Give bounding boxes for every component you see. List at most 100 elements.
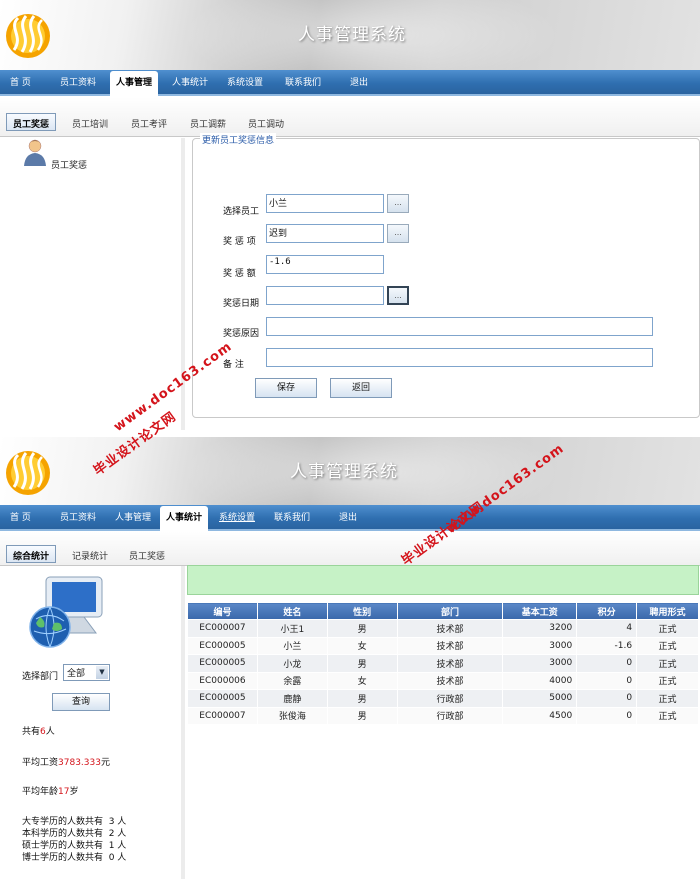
cell-gender: 女 [326,671,398,690]
cell-points: 0 [576,689,638,708]
nav-hr-management[interactable]: 人事管理 [115,510,151,523]
chevron-down-icon: ▼ [96,666,108,679]
tab-rewards[interactable]: 员工奖惩 [6,113,57,131]
tab-salary-adjust[interactable]: 员工调薪 [190,117,226,130]
remark-field[interactable] [266,348,653,367]
nav-system-settings[interactable]: 系统设置 [227,75,263,88]
cell-id: EC000007 [187,619,258,638]
table-row: EC000007 张俊海 男 行政部 4500 0 正式 [187,706,699,725]
cell-gender: 男 [326,654,398,673]
tab-record-stats[interactable]: 记录统计 [72,549,108,562]
header-gender: 性别 [326,602,398,620]
cell-points: 0 [576,706,638,725]
employee-label: 选择员工 [223,207,260,217]
nav-contact[interactable]: 联系我们 [274,510,310,523]
average-age: 平均年龄17岁 [22,787,79,797]
amount-field[interactable]: -1.6 [266,255,384,274]
cell-salary: 4500 [502,706,578,725]
cell-department: 技术部 [396,671,504,690]
reason-label: 奖惩原因 [223,329,260,339]
panel-employee-rewards: 人事管理系统 首 页 员工资料 人事管理 人事统计 系统设置 联系我们 退出 员… [0,0,700,430]
tab-rewards[interactable]: 员工奖惩 [129,549,165,562]
table-row: EC000006 余露 女 技术部 4000 0 正式 [187,671,699,690]
cell-id: EC000005 [187,654,258,673]
cell-id: EC000006 [187,671,258,690]
save-button[interactable]: 保存 [255,378,317,398]
update-form [192,138,700,418]
cell-id: EC000005 [187,636,258,655]
computer-icon [29,576,103,648]
header-employment-type: 聘用形式 [636,602,699,620]
nav-logout[interactable]: 退出 [339,510,357,523]
average-salary: 平均工资3783.333元 [22,758,110,768]
form-legend: 更新员工奖惩信息 [200,133,277,146]
cell-employment-type: 正式 [636,619,699,638]
cell-department: 行政部 [396,706,504,725]
cell-employment-type: 正式 [636,654,699,673]
header-name: 姓名 [256,602,328,620]
item-label: 奖 惩 项 [223,237,256,247]
nav-system-settings[interactable]: 系统设置 [219,510,255,523]
cell-points: 0 [576,671,638,690]
remark-label: 备 注 [223,360,244,370]
nav-logout[interactable]: 退出 [350,75,368,88]
cell-salary: 5000 [502,689,578,708]
cell-department: 技术部 [396,654,504,673]
education-doctor: 博士学历的人数共有 0 人 [22,853,127,863]
nav-home[interactable]: 首 页 [10,75,31,88]
nav-employee-info[interactable]: 员工资料 [60,75,96,88]
header-base-salary: 基本工资 [502,602,578,620]
user-icon [24,139,46,166]
tab-transfer[interactable]: 员工调动 [248,117,284,130]
app-title: 人事管理系统 [290,462,398,482]
cell-points: 0 [576,654,638,673]
stats-sidebar: 选择部门 全部 ▼ 查询 共有6人 平均工资3783.333元 平均年龄17岁 … [0,566,185,879]
cell-employment-type: 正式 [636,689,699,708]
cell-gender: 男 [326,619,398,638]
sidebar-item-rewards[interactable]: 员工奖惩 [51,158,87,171]
total-count: 共有6人 [22,727,55,737]
cell-salary: 3000 [502,636,578,655]
reason-field[interactable] [266,317,653,336]
cell-id: EC000005 [187,689,258,708]
dept-label: 选择部门 [22,672,59,682]
date-field[interactable] [266,286,384,305]
query-button[interactable]: 查询 [52,693,110,711]
cell-salary: 4000 [502,671,578,690]
cell-name: 余露 [256,671,328,690]
back-button[interactable]: 返回 [330,378,392,398]
cell-name: 张俊海 [256,706,328,725]
cell-gender: 男 [326,689,398,708]
item-field[interactable]: 迟到 [266,224,384,243]
nav-employee-info[interactable]: 员工资料 [60,510,96,523]
date-label: 奖惩日期 [223,299,260,309]
employee-field[interactable]: 小兰 [266,194,384,213]
nav-contact[interactable]: 联系我们 [285,75,321,88]
employee-table: 编号 姓名 性别 部门 基本工资 积分 聘用形式 EC000007 小王1 男 … [187,602,699,725]
cell-salary: 3200 [502,619,578,638]
cell-employment-type: 正式 [636,636,699,655]
employee-picker-button[interactable]: ... [387,194,409,213]
tab-evaluation[interactable]: 员工考评 [131,117,167,130]
table-row: EC000007 小王1 男 技术部 3200 4 正式 [187,619,699,638]
nav-hr-stats[interactable]: 人事统计 [160,506,209,531]
item-picker-button[interactable]: ... [387,224,409,243]
nav-hr-management[interactable]: 人事管理 [110,71,159,96]
cell-department: 技术部 [396,636,504,655]
sub-tabs: 综合统计 记录统计 员工奖惩 [0,532,700,566]
cell-name: 小兰 [256,636,328,655]
nav-hr-stats[interactable]: 人事统计 [172,75,208,88]
cell-name: 鹿静 [256,689,328,708]
cell-department: 行政部 [396,689,504,708]
tab-overall-stats[interactable]: 综合统计 [6,545,57,563]
dept-select[interactable]: 全部 ▼ [63,664,110,681]
cell-id: EC000007 [187,706,258,725]
cell-employment-type: 正式 [636,706,699,725]
cell-salary: 3000 [502,654,578,673]
tab-training[interactable]: 员工培训 [72,117,108,130]
nav-home[interactable]: 首 页 [10,510,31,523]
logo-icon [6,14,50,58]
sidebar: 员工奖惩 [0,138,185,430]
date-picker-button[interactable]: ... [387,286,409,305]
header-department: 部门 [396,602,504,620]
